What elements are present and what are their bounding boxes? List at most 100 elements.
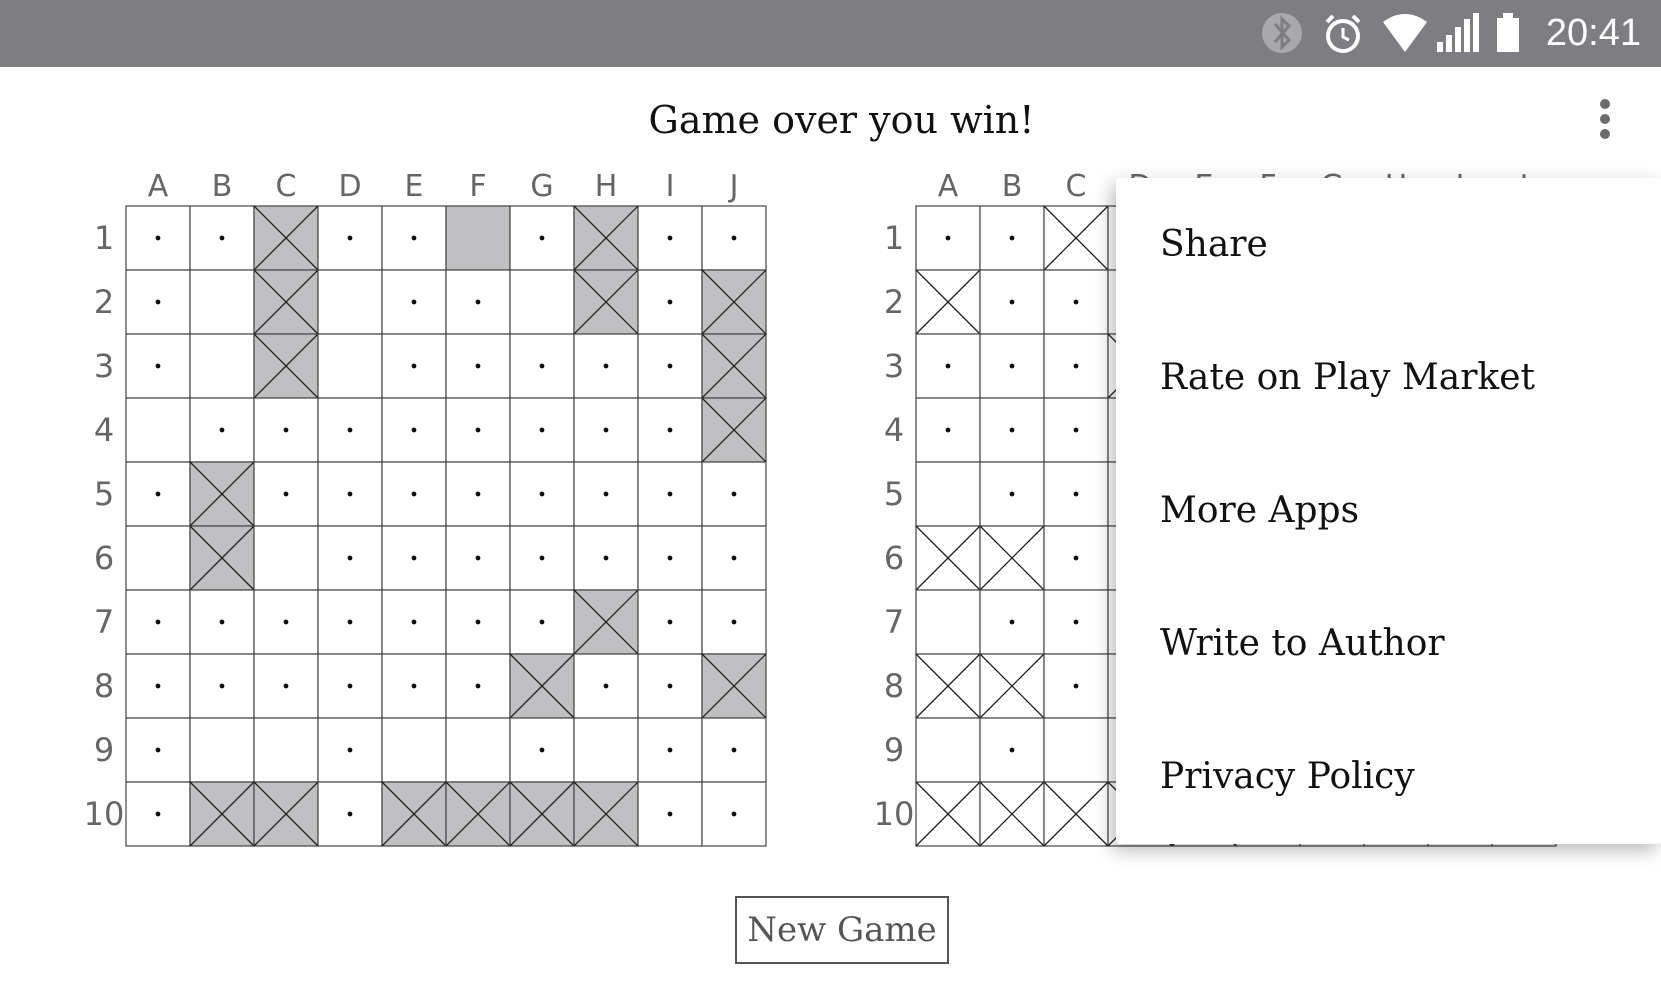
board-cell[interactable] (1043, 333, 1109, 399)
board-cell[interactable] (915, 653, 981, 719)
board-cell[interactable] (701, 269, 767, 335)
board-cell[interactable] (253, 333, 319, 399)
board-cell[interactable] (1043, 653, 1109, 719)
board-cell[interactable] (509, 525, 575, 591)
board-cell[interactable] (317, 589, 383, 655)
board-cell[interactable] (509, 269, 575, 335)
board-cell[interactable] (509, 461, 575, 527)
board-cell[interactable] (445, 397, 511, 463)
board-cell[interactable] (125, 781, 191, 847)
new-game-button[interactable]: New Game (735, 896, 949, 964)
board-cell[interactable] (979, 589, 1045, 655)
board-cell[interactable] (1043, 717, 1109, 783)
board-cell[interactable] (573, 397, 639, 463)
board-cell[interactable] (445, 717, 511, 783)
board-cell[interactable] (1043, 205, 1109, 271)
board-cell[interactable] (637, 333, 703, 399)
board-cell[interactable] (915, 589, 981, 655)
board-cell[interactable] (253, 781, 319, 847)
board-cell[interactable] (573, 653, 639, 719)
board-cell[interactable] (701, 717, 767, 783)
board-cell[interactable] (317, 525, 383, 591)
board-cell[interactable] (573, 269, 639, 335)
more-options-icon[interactable] (1585, 94, 1625, 150)
board-cell[interactable] (915, 269, 981, 335)
board-cell[interactable] (189, 269, 255, 335)
board-cell[interactable] (509, 781, 575, 847)
board-cell[interactable] (317, 333, 383, 399)
board-cell[interactable] (445, 525, 511, 591)
board-cell[interactable] (915, 781, 981, 847)
board-cell[interactable] (573, 717, 639, 783)
board-cell[interactable] (317, 205, 383, 271)
board-cell[interactable] (915, 205, 981, 271)
board-cell[interactable] (979, 525, 1045, 591)
board-cell[interactable] (979, 269, 1045, 335)
board-cell[interactable] (637, 205, 703, 271)
board-cell[interactable] (125, 653, 191, 719)
board-cell[interactable] (317, 781, 383, 847)
board-cell[interactable] (915, 333, 981, 399)
board-cell[interactable] (317, 717, 383, 783)
board-cell[interactable] (189, 205, 255, 271)
board-cell[interactable] (125, 461, 191, 527)
board-cell[interactable] (381, 205, 447, 271)
board-cell[interactable] (915, 397, 981, 463)
board-cell[interactable] (189, 333, 255, 399)
board-cell[interactable] (125, 525, 191, 591)
board-cell[interactable] (445, 781, 511, 847)
board-cell[interactable] (701, 205, 767, 271)
board-cell[interactable] (317, 653, 383, 719)
board-cell[interactable] (915, 525, 981, 591)
board-cell[interactable] (253, 717, 319, 783)
board-cell[interactable] (637, 397, 703, 463)
board-cell[interactable] (573, 205, 639, 271)
board-cell[interactable] (189, 397, 255, 463)
board-cell[interactable] (701, 333, 767, 399)
board-cell[interactable] (701, 397, 767, 463)
board-cell[interactable] (317, 461, 383, 527)
menu-item-rate[interactable]: Rate on Play Market (1116, 311, 1661, 444)
board-cell[interactable] (125, 269, 191, 335)
board-cell[interactable] (381, 461, 447, 527)
board-cell[interactable] (445, 205, 511, 271)
board-cell[interactable] (509, 333, 575, 399)
board-cell[interactable] (979, 397, 1045, 463)
board-cell[interactable] (573, 333, 639, 399)
board-cell[interactable] (253, 589, 319, 655)
board-cell[interactable] (915, 717, 981, 783)
board-cell[interactable] (979, 461, 1045, 527)
menu-item-privacy[interactable]: Privacy Policy (1116, 710, 1661, 843)
board-cell[interactable] (253, 205, 319, 271)
board-cell[interactable] (915, 461, 981, 527)
board-cell[interactable] (979, 717, 1045, 783)
board-cell[interactable] (509, 717, 575, 783)
board-cell[interactable] (125, 205, 191, 271)
menu-item-write-author[interactable]: Write to Author (1116, 577, 1661, 710)
board-cell[interactable] (979, 653, 1045, 719)
board-cell[interactable] (253, 461, 319, 527)
board-cell[interactable] (1043, 461, 1109, 527)
board-cell[interactable] (509, 205, 575, 271)
board-cell[interactable] (317, 269, 383, 335)
board-cell[interactable] (979, 205, 1045, 271)
board-cell[interactable] (189, 717, 255, 783)
board-cell[interactable] (1043, 269, 1109, 335)
board-cell[interactable] (637, 717, 703, 783)
board-cell[interactable] (253, 397, 319, 463)
board-cell[interactable] (509, 589, 575, 655)
board-cell[interactable] (381, 653, 447, 719)
board-cell[interactable] (573, 589, 639, 655)
board-cell[interactable] (1043, 589, 1109, 655)
board-cell[interactable] (701, 525, 767, 591)
board-cell[interactable] (445, 333, 511, 399)
board-cell[interactable] (381, 781, 447, 847)
board-cell[interactable] (253, 653, 319, 719)
board-cell[interactable] (189, 781, 255, 847)
board-cell[interactable] (509, 653, 575, 719)
board-cell[interactable] (701, 781, 767, 847)
board-cell[interactable] (445, 653, 511, 719)
board-cell[interactable] (1043, 525, 1109, 591)
board-cell[interactable] (189, 461, 255, 527)
board-cell[interactable] (125, 717, 191, 783)
